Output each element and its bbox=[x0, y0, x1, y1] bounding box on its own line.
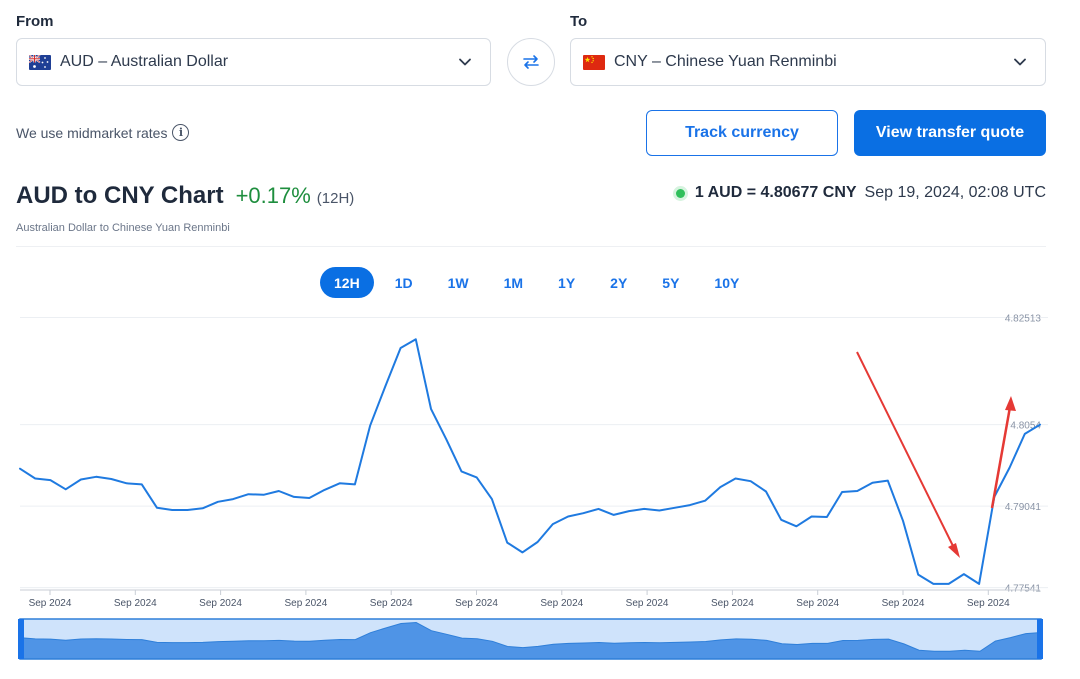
navigator-right-handle[interactable] bbox=[1037, 619, 1043, 659]
rate-chart[interactable]: 4.825134.80544.790414.77541 Sep 2024 Sep … bbox=[0, 310, 1080, 679]
from-currency-select[interactable]: AUD – Australian Dollar bbox=[16, 38, 491, 86]
china-flag-icon bbox=[583, 54, 605, 70]
rate-value: 1 AUD = 4.80677 CNY bbox=[694, 184, 857, 201]
period-tab-1y[interactable]: 1Y bbox=[544, 267, 589, 298]
from-currency-value: AUD – Australian Dollar bbox=[60, 53, 229, 70]
chevron-down-icon bbox=[459, 58, 471, 66]
current-rate: 1 AUD = 4.80677 CNY Sep 19, 2024, 02:08 … bbox=[675, 184, 1046, 202]
annotation-arrow-down-head bbox=[948, 543, 960, 558]
period-tab-1d[interactable]: 1D bbox=[381, 267, 427, 298]
period-tab-5y[interactable]: 5Y bbox=[648, 267, 693, 298]
live-status-dot bbox=[675, 188, 685, 198]
period-selector: 12H 1D 1W 1M 1Y 2Y 5Y 10Y bbox=[320, 267, 760, 298]
from-label: From bbox=[16, 13, 54, 30]
chart-title: AUD to CNY Chart bbox=[16, 182, 224, 209]
x-tick-label: Sep 2024 bbox=[370, 598, 413, 609]
annotation-arrow-up-head bbox=[1005, 396, 1016, 411]
y-tick-label: 4.82513 bbox=[1005, 313, 1042, 324]
series-line bbox=[19, 338, 1041, 585]
period-tab-12h[interactable]: 12H bbox=[320, 267, 374, 298]
x-tick-label: Sep 2024 bbox=[455, 598, 498, 609]
x-tick-label: Sep 2024 bbox=[711, 598, 754, 609]
to-currency-select[interactable]: CNY – Chinese Yuan Renminbi bbox=[570, 38, 1046, 86]
to-currency-value: CNY – Chinese Yuan Renminbi bbox=[614, 53, 837, 70]
x-tick-label: Sep 2024 bbox=[796, 598, 839, 609]
period-tab-1w[interactable]: 1W bbox=[434, 267, 483, 298]
annotation-arrows bbox=[856, 351, 1016, 558]
track-currency-button[interactable]: Track currency bbox=[646, 110, 838, 156]
view-transfer-quote-button[interactable]: View transfer quote bbox=[854, 110, 1046, 156]
x-tick-label: Sep 2024 bbox=[540, 598, 583, 609]
australia-flag-icon bbox=[29, 54, 51, 70]
x-tick-label: Sep 2024 bbox=[882, 598, 925, 609]
swap-currencies-button[interactable] bbox=[507, 38, 555, 86]
period-tab-1m[interactable]: 1M bbox=[490, 267, 537, 298]
period-tab-10y[interactable]: 10Y bbox=[700, 267, 753, 298]
to-label: To bbox=[570, 13, 588, 30]
x-tick-label: Sep 2024 bbox=[29, 598, 72, 609]
info-icon[interactable]: i bbox=[172, 124, 190, 141]
x-tick-label: Sep 2024 bbox=[199, 598, 242, 609]
x-tick-label: Sep 2024 bbox=[284, 598, 327, 609]
change-period: (12H) bbox=[316, 190, 355, 207]
midmarket-note: We use midmarket rates i bbox=[16, 124, 190, 141]
y-tick-label: 4.77541 bbox=[1005, 584, 1042, 595]
chevron-down-icon bbox=[1014, 58, 1026, 66]
annotation-arrow-down-line bbox=[856, 351, 956, 551]
chart-subtitle: Australian Dollar to Chinese Yuan Renmin… bbox=[16, 222, 230, 234]
navigator-left-handle[interactable] bbox=[18, 619, 24, 659]
period-tab-2y[interactable]: 2Y bbox=[596, 267, 641, 298]
rate-timestamp: Sep 19, 2024, 02:08 UTC bbox=[864, 184, 1046, 201]
change-percent: +0.17% bbox=[235, 183, 311, 208]
x-tick-label: Sep 2024 bbox=[114, 598, 157, 609]
range-navigator[interactable] bbox=[18, 618, 1043, 660]
x-tick-label: Sep 2024 bbox=[626, 598, 669, 609]
midmarket-text: We use midmarket rates bbox=[16, 124, 168, 141]
annotation-arrow-up-line bbox=[990, 406, 1012, 509]
chart-header: AUD to CNY Chart +0.17% (12H) bbox=[16, 182, 354, 210]
divider bbox=[16, 246, 1046, 247]
y-tick-label: 4.79041 bbox=[1005, 502, 1042, 513]
x-tick-label: Sep 2024 bbox=[967, 598, 1010, 609]
swap-arrows-icon bbox=[523, 55, 539, 69]
